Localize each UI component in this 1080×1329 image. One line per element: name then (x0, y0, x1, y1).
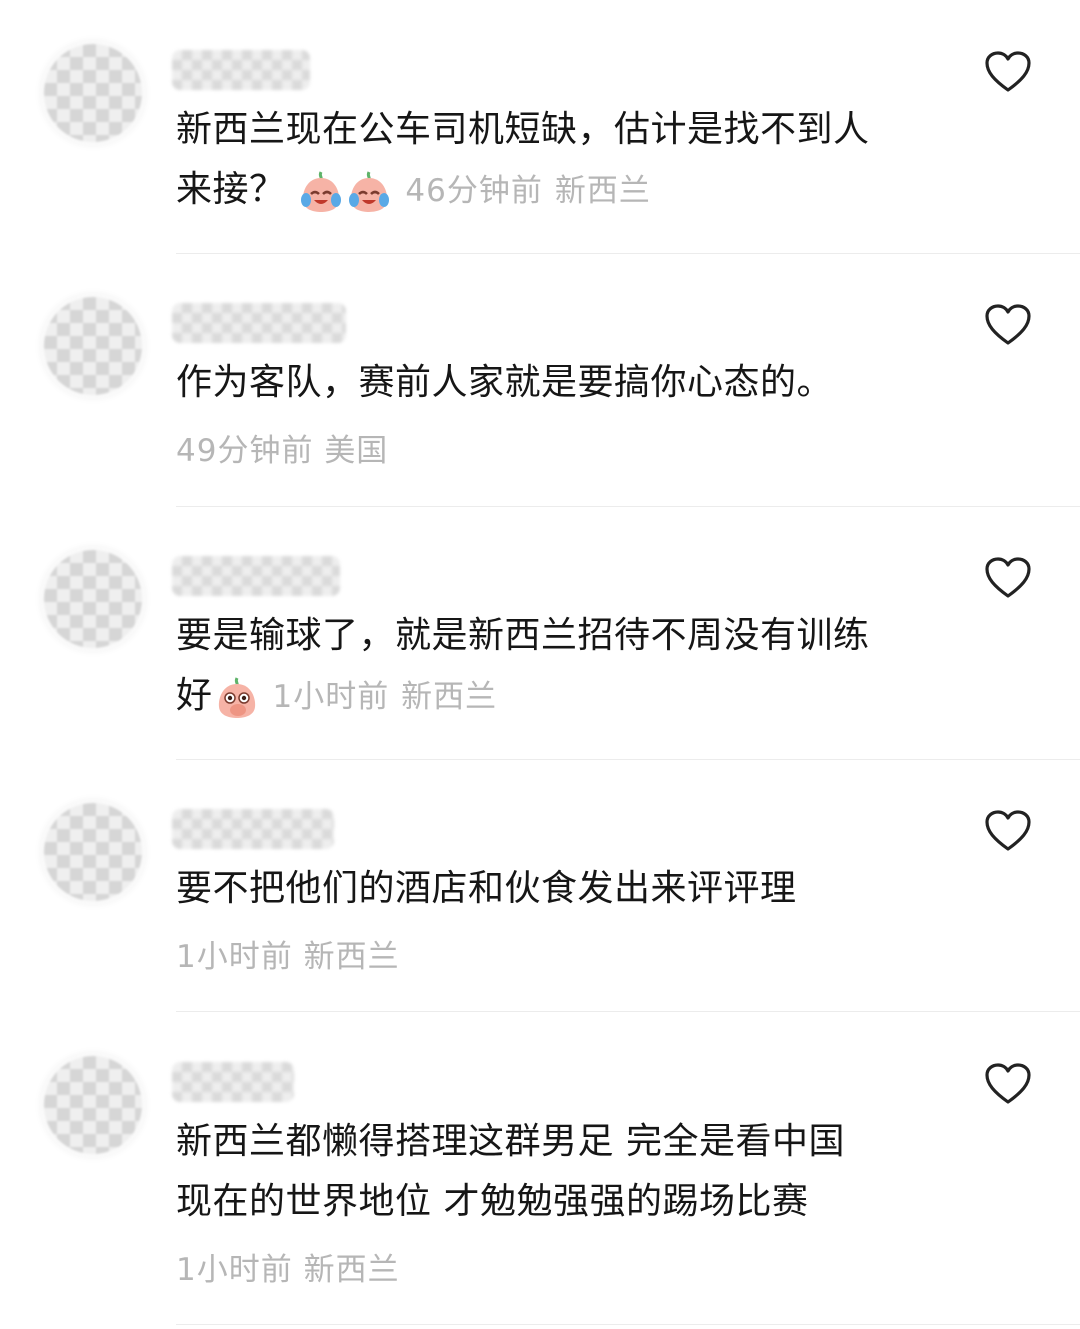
comment-text: 要是输球了，就是新西兰招待不周没有训练 好 1小时前 新西兰 (176, 606, 936, 727)
comment-location: 美国 (324, 433, 389, 469)
like-heart-icon[interactable] (984, 556, 1032, 600)
comment-text: 要不把他们的酒店和伙食发出来评评理 (176, 868, 797, 909)
comment-location: 新西兰 (554, 173, 651, 209)
like-heart-icon[interactable] (984, 50, 1032, 94)
comment-text: 新西兰都懒得搭理这群男足 完全是看中国 现在的世界地位 才勉勉强强的踢场比赛 (176, 1112, 936, 1232)
avatar[interactable] (44, 44, 142, 142)
crying-laughing-peach-icon (301, 171, 342, 212)
comment-location: 新西兰 (401, 679, 498, 715)
avatar[interactable] (44, 550, 142, 648)
comment-text-line2: 好 (176, 675, 213, 716)
comment-time: 46分钟前 (405, 173, 543, 209)
comment-text-line1: 新西兰都懒得搭理这群男足 完全是看中国 (176, 1121, 845, 1162)
like-heart-icon[interactable] (984, 809, 1032, 853)
avatar[interactable] (44, 1056, 142, 1154)
comment-meta: 1小时前 新西兰 (176, 931, 400, 976)
comment-location: 新西兰 (303, 1252, 400, 1288)
divider (176, 506, 1080, 507)
comment-text: 作为客队，赛前人家就是要搞你心态的。 (176, 362, 834, 403)
comment-time: 1小时前 (176, 939, 293, 975)
like-heart-icon[interactable] (984, 303, 1032, 347)
comment-location: 新西兰 (303, 939, 400, 975)
comment-time: 1小时前 (176, 1252, 293, 1288)
covering-mouth-peach-icon (218, 677, 255, 718)
comment-text: 新西兰现在公车司机短缺，估计是找不到人 来接？ 46分钟前 新西兰 (176, 100, 936, 221)
comment-meta: 1小时前 新西兰 (176, 1244, 400, 1289)
username-blurred[interactable] (172, 556, 340, 596)
crying-laughing-peach-icon (349, 171, 390, 212)
like-heart-icon[interactable] (984, 1062, 1032, 1106)
divider (176, 1011, 1080, 1012)
divider (176, 759, 1080, 760)
comment-meta: 49分钟前 美国 (176, 425, 388, 470)
username-blurred[interactable] (172, 50, 310, 90)
comment-text-line1: 要是输球了，就是新西兰招待不周没有训练 (176, 615, 870, 656)
avatar[interactable] (44, 803, 142, 901)
comment-time: 1小时前 (272, 679, 390, 715)
username-blurred[interactable] (172, 1062, 294, 1102)
username-blurred[interactable] (172, 303, 346, 343)
comment-text-line2: 现在的世界地位 才勉勉强强的踢场比赛 (176, 1181, 809, 1222)
comment-text-line2: 来接？ (176, 169, 286, 210)
username-blurred[interactable] (172, 809, 334, 849)
comment-time: 49分钟前 (176, 433, 314, 469)
divider (176, 253, 1080, 254)
avatar[interactable] (44, 297, 142, 395)
divider (176, 1324, 1080, 1325)
comment-text-line1: 新西兰现在公车司机短缺，估计是找不到人 (176, 109, 870, 150)
